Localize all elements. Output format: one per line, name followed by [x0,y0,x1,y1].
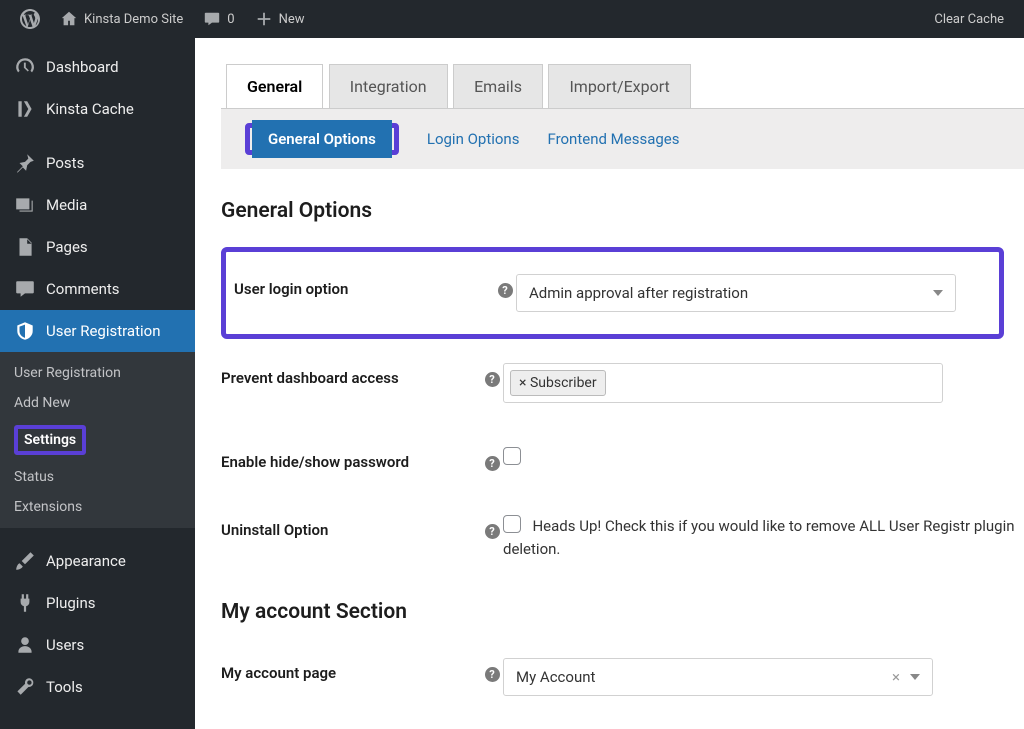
label-user-login-option: User login option [234,274,494,298]
tab-import-export[interactable]: Import/Export [548,64,690,108]
sidebar-submenu: User Registration Add New Settings Statu… [0,352,195,528]
settings-tabs: General Integration Emails Import/Export [221,64,1024,109]
wrench-icon [14,676,36,698]
kinsta-icon [14,98,36,120]
clear-icon[interactable]: × [892,668,900,686]
sidebar-item-posts[interactable]: Posts [0,142,195,184]
help-icon[interactable]: ? [485,667,500,682]
label-my-account-page: My account page [221,658,481,682]
admin-bar: Kinsta Demo Site 0 New Clear Cache [0,0,1024,38]
media-icon [14,194,36,216]
submenu-item-user-registration[interactable]: User Registration [0,358,195,388]
sidebar-item-plugins[interactable]: Plugins [0,582,195,624]
shield-icon [14,320,36,342]
help-icon[interactable]: ? [485,524,500,539]
plug-icon [14,592,36,614]
checkbox-hide-show-password[interactable] [503,447,521,465]
submenu-item-add-new[interactable]: Add New [0,388,195,418]
select-my-account-page[interactable]: My Account × [503,658,933,696]
user-icon [14,634,36,656]
label-uninstall-option: Uninstall Option [221,515,481,539]
plus-icon [255,10,273,28]
chevron-down-icon [910,674,920,680]
subtab-frontend-messages[interactable]: Frontend Messages [547,130,679,148]
help-icon[interactable]: ? [498,283,513,298]
chevron-down-icon [933,290,943,296]
sidebar-item-user-registration[interactable]: User Registration [0,310,195,352]
tab-integration[interactable]: Integration [329,64,448,108]
sidebar-item-tools[interactable]: Tools [0,666,195,708]
sidebar-item-pages[interactable]: Pages [0,226,195,268]
wordpress-icon [20,9,40,29]
wp-logo[interactable] [10,9,50,29]
sidebar-item-media[interactable]: Media [0,184,195,226]
home-icon [60,10,78,28]
settings-subtabs: General Options Login Options Frontend M… [221,109,1024,169]
label-prevent-dashboard: Prevent dashboard access [221,363,481,387]
comments-icon [14,278,36,300]
highlight-user-login-row: User login option ? Admin approval after… [221,247,1004,339]
help-icon[interactable]: ? [485,372,500,387]
main-content: General Integration Emails Import/Export… [195,38,1024,729]
help-icon[interactable]: ? [485,456,500,471]
section-title-general: General Options [221,199,1024,223]
section-title-my-account: My account Section [221,600,1024,624]
tag-subscriber[interactable]: × Subscriber [510,370,606,396]
subtab-login-options[interactable]: Login Options [427,130,520,148]
sidebar-item-dashboard[interactable]: Dashboard [0,46,195,88]
site-title: Kinsta Demo Site [84,12,183,27]
sidebar-item-appearance[interactable]: Appearance [0,540,195,582]
uninstall-text: Heads Up! Check this if you would like t… [503,517,1015,558]
dashboard-icon [14,56,36,78]
tab-general[interactable]: General [226,64,323,108]
brush-icon [14,550,36,572]
sidebar-item-comments[interactable]: Comments [0,268,195,310]
select-user-login-option[interactable]: Admin approval after registration [516,274,956,312]
clear-cache-link[interactable]: Clear Cache [924,12,1014,27]
checkbox-uninstall[interactable] [503,515,521,533]
comment-icon [203,10,221,28]
submenu-item-settings[interactable]: Settings [0,418,195,462]
pin-icon [14,152,36,174]
pages-icon [14,236,36,258]
highlight-general-options: General Options [245,123,399,155]
submenu-item-status[interactable]: Status [0,462,195,492]
tab-emails[interactable]: Emails [453,64,543,108]
comments-link[interactable]: 0 [193,10,244,28]
sidebar-item-kinsta-cache[interactable]: Kinsta Cache [0,88,195,130]
label-hide-show-password: Enable hide/show password [221,447,481,471]
admin-sidebar: Dashboard Kinsta Cache Posts Media Pages… [0,38,195,729]
sidebar-item-users[interactable]: Users [0,624,195,666]
site-name[interactable]: Kinsta Demo Site [50,10,193,28]
tagbox-prevent-dashboard[interactable]: × Subscriber [503,363,943,403]
new-content[interactable]: New [245,10,315,28]
comment-count: 0 [227,12,234,27]
submenu-item-extensions[interactable]: Extensions [0,492,195,522]
new-label: New [279,12,305,27]
subtab-general-options[interactable]: General Options [252,120,392,158]
